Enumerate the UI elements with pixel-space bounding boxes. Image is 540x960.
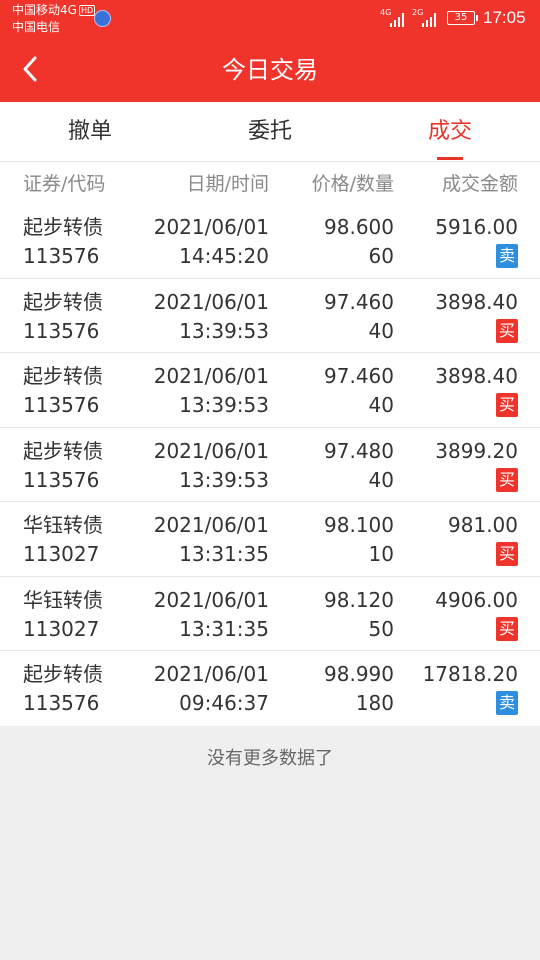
- deal-price: 97.480: [324, 438, 394, 463]
- battery-icon: 35: [447, 11, 478, 25]
- carrier-top: 中国移动4G HD: [12, 3, 96, 17]
- deal-date: 2021/06/01: [153, 438, 269, 463]
- buy-badge: 买: [496, 616, 518, 641]
- deal-quantity: 60: [368, 244, 394, 268]
- deal-time: 09:46:37: [179, 691, 269, 715]
- deal-date: 2021/06/01: [153, 513, 269, 537]
- deal-time: 13:39:53: [179, 467, 269, 492]
- deal-quantity: 40: [368, 318, 394, 343]
- signal-4g-icon: 4G: [380, 8, 410, 27]
- deal-quantity: 40: [368, 467, 394, 492]
- deal-amount: 4906.00: [435, 587, 518, 612]
- signal-2g-icon: 2G: [412, 8, 442, 27]
- security-code: 113027: [23, 542, 100, 566]
- deal-time: 13:39:53: [179, 393, 269, 417]
- active-tab-indicator: [437, 157, 463, 160]
- deal-amount: 3898.40: [435, 289, 518, 314]
- deal-quantity: 50: [368, 616, 394, 641]
- security-code: 113576: [23, 244, 100, 268]
- header-price-qty: 价格/数量: [311, 173, 394, 195]
- tab-orders[interactable]: 委托: [210, 116, 330, 148]
- status-bar: 中国移动4G HD 中国电信 4G 2G 35 17:05: [0, 0, 540, 38]
- deal-amount: 981.00: [448, 513, 518, 537]
- deal-amount: 3899.20: [435, 438, 518, 463]
- page-title: 今日交易: [222, 56, 318, 84]
- table-row[interactable]: 华钰转债 113027 2021/06/01 13:31:35 98.100 1…: [0, 502, 540, 577]
- security-code: 113576: [23, 393, 100, 417]
- tab-cancel[interactable]: 撤单: [30, 116, 150, 148]
- deal-price: 98.120: [324, 587, 394, 612]
- security-name: 华钰转债: [23, 513, 103, 537]
- deal-amount: 5916.00: [435, 215, 518, 239]
- deal-price: 98.990: [324, 662, 394, 686]
- deal-time: 13:31:35: [179, 616, 269, 641]
- deal-price: 98.100: [324, 513, 394, 537]
- tab-deals[interactable]: 成交: [390, 116, 510, 148]
- deal-price: 98.600: [324, 215, 394, 239]
- deal-price: 97.460: [324, 364, 394, 388]
- header-security-code: 证券/代码: [23, 173, 106, 195]
- deal-time: 14:45:20: [179, 244, 269, 268]
- deal-amount: 17818.20: [422, 662, 518, 686]
- status-time: 17:05: [483, 8, 526, 27]
- sell-badge: 卖: [496, 244, 518, 268]
- table-row[interactable]: 起步转债 113576 2021/06/01 14:45:20 98.600 6…: [0, 204, 540, 279]
- deal-date: 2021/06/01: [153, 662, 269, 686]
- carrier-top-label: 中国移动4G: [12, 3, 77, 17]
- deal-date: 2021/06/01: [153, 364, 269, 388]
- sell-badge: 卖: [496, 691, 518, 715]
- header-amount: 成交金额: [441, 173, 518, 195]
- deal-time: 13:31:35: [179, 542, 269, 566]
- carrier-bottom: 中国电信: [12, 20, 61, 34]
- notification-app-icon: [94, 10, 111, 27]
- no-more-data-label: 没有更多数据了: [207, 748, 333, 769]
- deal-amount: 3898.40: [435, 364, 518, 388]
- security-name: 起步转债: [23, 662, 103, 686]
- deal-quantity: 180: [355, 691, 394, 715]
- security-name: 华钰转债: [23, 587, 103, 612]
- deal-quantity: 40: [368, 393, 394, 417]
- table-row[interactable]: 起步转债 113576 2021/06/01 13:39:53 97.480 4…: [0, 428, 540, 502]
- deal-date: 2021/06/01: [153, 587, 269, 612]
- header-date-time: 日期/时间: [186, 173, 269, 195]
- security-code: 113027: [23, 616, 100, 641]
- deal-date: 2021/06/01: [153, 215, 269, 239]
- table-row[interactable]: 起步转债 113576 2021/06/01 09:46:37 98.990 1…: [0, 651, 540, 726]
- security-code: 113576: [23, 467, 100, 492]
- hd-badge: HD: [78, 5, 96, 16]
- deal-price: 97.460: [324, 289, 394, 314]
- app-header: 中国移动4G HD 中国电信 4G 2G 35 17:05 今日交易: [0, 0, 540, 102]
- buy-badge: 买: [496, 393, 518, 417]
- security-name: 起步转债: [23, 438, 103, 463]
- security-name: 起步转债: [23, 215, 103, 239]
- table-row[interactable]: 起步转债 113576 2021/06/01 13:39:53 97.460 4…: [0, 279, 540, 353]
- buy-badge: 买: [496, 318, 518, 343]
- deal-time: 13:39:53: [179, 318, 269, 343]
- deal-quantity: 10: [368, 542, 394, 566]
- security-code: 113576: [23, 691, 100, 715]
- buy-badge: 买: [496, 467, 518, 492]
- security-name: 起步转债: [23, 364, 103, 388]
- buy-badge: 买: [496, 542, 518, 566]
- deal-date: 2021/06/01: [153, 289, 269, 314]
- tab-bar: 撤单 委托 成交: [0, 102, 540, 162]
- table-row[interactable]: 起步转债 113576 2021/06/01 13:39:53 97.460 4…: [0, 353, 540, 428]
- deal-list: 起步转债 113576 2021/06/01 14:45:20 98.600 6…: [0, 204, 540, 726]
- security-name: 起步转债: [23, 289, 103, 314]
- table-header: 证券/代码 日期/时间 价格/数量 成交金额: [0, 162, 540, 204]
- table-row[interactable]: 华钰转债 113027 2021/06/01 13:31:35 98.120 5…: [0, 577, 540, 651]
- security-code: 113576: [23, 318, 100, 343]
